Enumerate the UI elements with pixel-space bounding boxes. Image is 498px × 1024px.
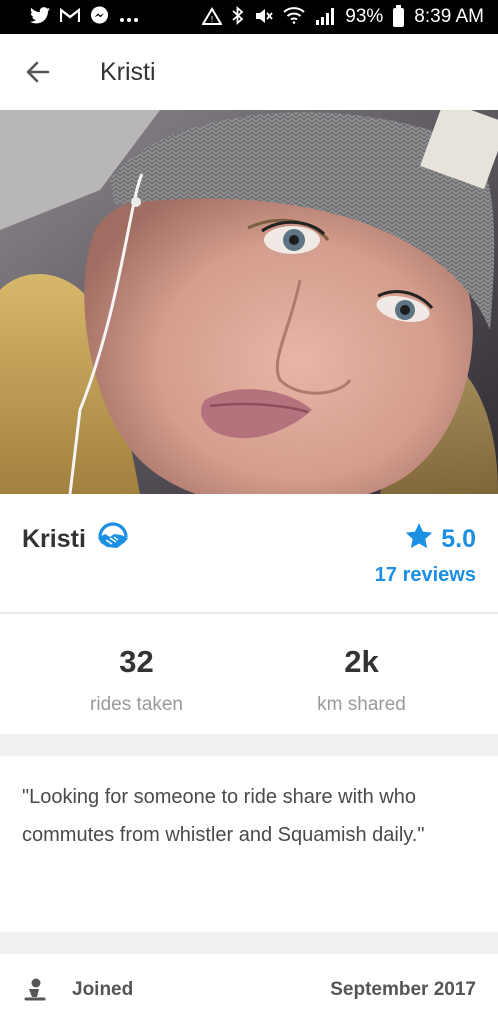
messenger-icon	[90, 6, 109, 28]
stat-value: 2k	[344, 644, 379, 679]
mute-icon	[254, 7, 273, 28]
status-right: ! 93% 8:39 AM	[201, 4, 484, 28]
stat-km: 2k km shared	[237, 644, 486, 716]
profile-name: Kristi	[22, 525, 86, 553]
handshake-icon	[96, 522, 130, 557]
stat-rides: 32 rides taken	[12, 644, 261, 716]
alarm-icon: !	[201, 6, 224, 28]
gmail-icon	[59, 7, 81, 26]
battery-icon	[393, 4, 405, 27]
name-row: Kristi	[22, 522, 130, 557]
stat-label: rides taken	[90, 694, 183, 715]
joined-date: September 2017	[330, 979, 476, 1000]
rating-value: 5.0	[441, 524, 476, 553]
person-icon	[24, 978, 46, 1007]
signal-icon	[315, 7, 335, 28]
stat-value: 32	[119, 644, 154, 679]
joined-label: Joined	[72, 979, 134, 1000]
reviews-link[interactable]: 17 reviews	[375, 564, 476, 587]
arrow-back-icon	[26, 61, 50, 83]
status-left	[30, 6, 139, 28]
battery-percent: 93%	[345, 6, 384, 27]
profile-header: Kristi 5.0 17 reviews	[0, 494, 498, 612]
svg-text:!: !	[211, 15, 214, 24]
more-icon	[119, 9, 139, 26]
rating: 5.0	[405, 522, 476, 556]
back-button[interactable]	[0, 34, 76, 110]
profile-photo	[0, 110, 498, 494]
app-bar: Kristi	[0, 34, 498, 110]
stat-label: km shared	[317, 694, 406, 715]
page-title: Kristi	[100, 57, 156, 86]
bio-section: "Looking for someone to ride share with …	[0, 756, 498, 932]
bio-text: "Looking for someone to ride share with …	[22, 786, 425, 846]
star-icon	[405, 522, 433, 556]
stats-section: 32 rides taken 2k km shared	[0, 614, 498, 734]
wifi-icon	[283, 7, 305, 27]
bluetooth-icon	[232, 5, 244, 28]
joined-row: Joined September 2017	[0, 954, 498, 1024]
section-spacer	[0, 932, 498, 954]
status-bar: ! 93% 8:39 AM	[0, 0, 498, 34]
section-spacer	[0, 734, 498, 756]
twitter-icon	[30, 7, 50, 27]
clock: 8:39 AM	[414, 6, 484, 27]
